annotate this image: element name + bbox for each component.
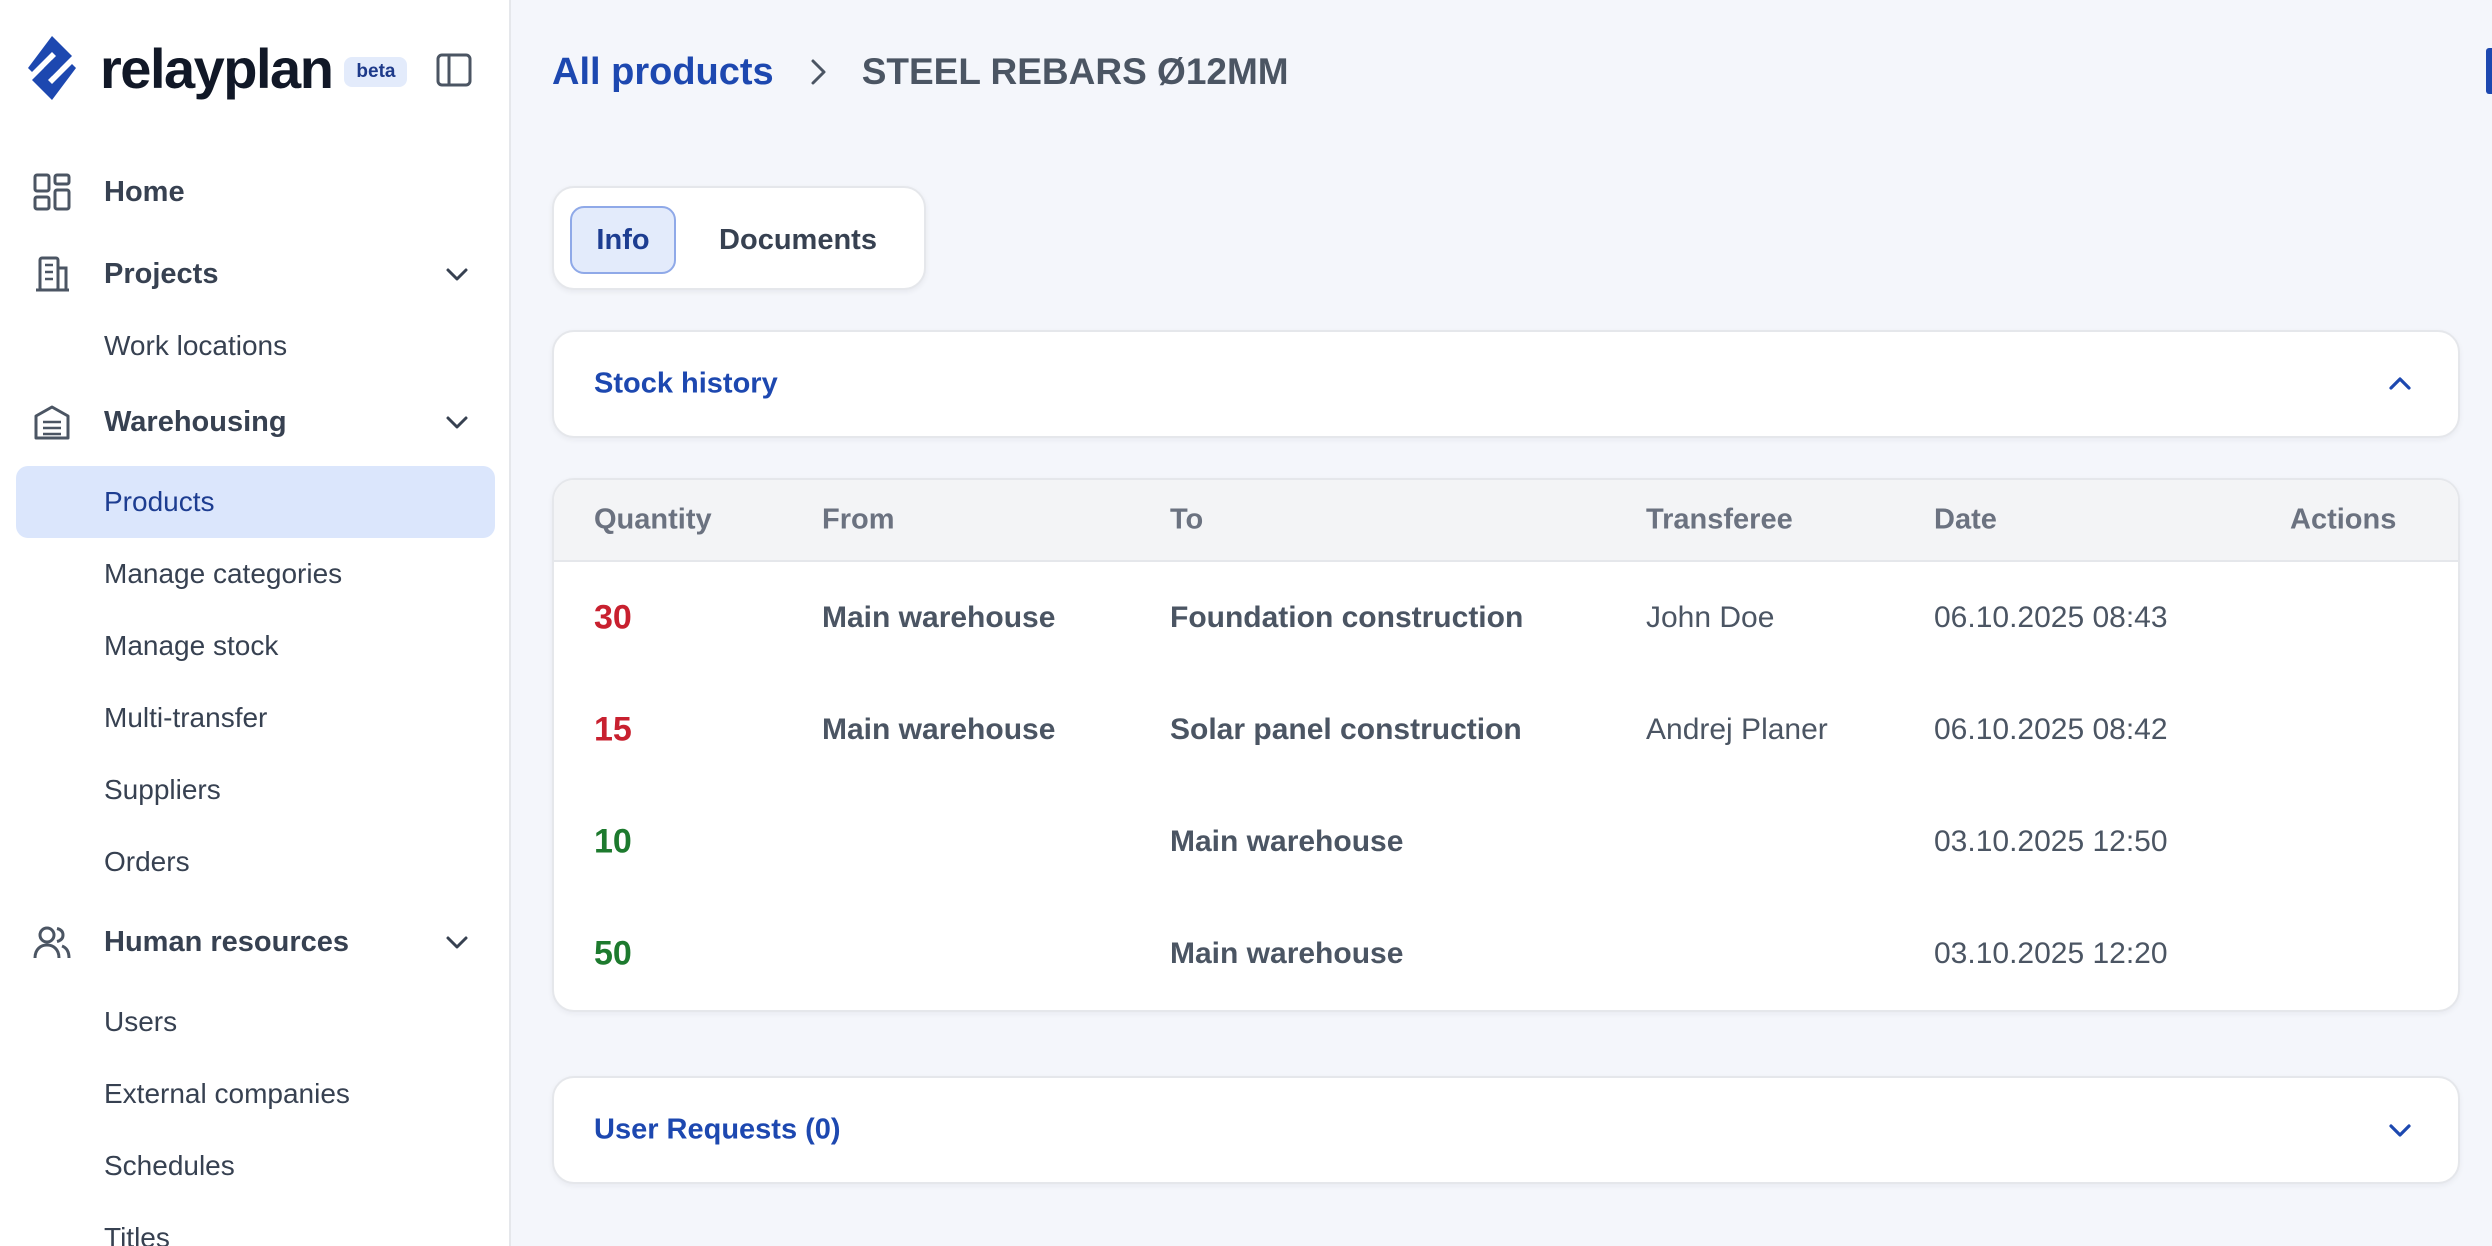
date-cell: 06.10.2025 08:43	[1934, 601, 2168, 634]
sidebar-item-titles[interactable]: Titles	[16, 1202, 495, 1246]
sidebar-item-label: Multi-transfer	[104, 702, 268, 733]
sidebar-item-label: Warehousing	[104, 405, 287, 438]
table-row[interactable]: 50 Main warehouse 03.10.2025 12:20	[554, 898, 2458, 1010]
warehouse-icon	[34, 405, 70, 440]
table-row[interactable]: 10 Main warehouse 03.10.2025 12:50	[554, 786, 2458, 898]
sidebar-item-label: Manage stock	[104, 630, 279, 661]
sidebar-item-label: Schedules	[104, 1150, 235, 1181]
sidebar-item-label: Products	[104, 486, 215, 517]
date-cell: 06.10.2025 08:42	[1934, 713, 2168, 746]
tab-info[interactable]: Info	[570, 206, 676, 274]
dashboard-icon	[33, 173, 71, 211]
sidebar-item-orders[interactable]: Orders	[16, 826, 495, 898]
chevron-right-icon	[811, 59, 826, 85]
sidebar-item-label: Projects	[104, 257, 219, 290]
chevron-down-icon[interactable]	[440, 925, 474, 959]
brand-name: relayplan	[100, 36, 334, 100]
quantity-cell: 15	[594, 710, 632, 749]
sidebar-item-home[interactable]: Home	[0, 150, 511, 234]
table-row[interactable]: 15 Main warehouse Solar panel constructi…	[554, 674, 2458, 786]
sidebar-item-label: Home	[104, 175, 185, 208]
sidebar-item-human-resources[interactable]: Human resources	[0, 898, 511, 986]
sidebar-item-label: Titles	[104, 1222, 170, 1246]
chevron-down-icon[interactable]	[2382, 1112, 2418, 1148]
to-cell: Solar panel construction	[1170, 713, 1522, 746]
page-title: STEEL REBARS Ø12MM	[861, 51, 1289, 92]
user-requests-title: User Requests (0)	[594, 1113, 841, 1146]
column-header-transferee[interactable]: Transferee	[1646, 504, 1793, 537]
sidebar-item-manage-stock[interactable]: Manage stock	[16, 610, 495, 682]
sidebar-item-external-companies[interactable]: External companies	[16, 1058, 495, 1130]
quantity-cell: 10	[594, 822, 632, 861]
users-icon	[33, 926, 71, 959]
sidebar: relayplan beta Home Projects Work locati…	[0, 0, 511, 1246]
chevron-up-icon[interactable]	[2382, 366, 2418, 402]
tab-bar: Info Documents	[552, 186, 926, 290]
breadcrumb-all-products-link[interactable]: All products	[552, 51, 774, 94]
sidebar-item-products[interactable]: Products	[16, 466, 495, 538]
column-header-quantity[interactable]: Quantity	[594, 504, 712, 537]
quantity-cell: 30	[594, 598, 632, 637]
brand[interactable]: relayplan beta	[14, 30, 408, 106]
sidebar-item-users[interactable]: Users	[16, 986, 495, 1058]
sidebar-item-label: External companies	[104, 1078, 350, 1109]
beta-badge: beta	[344, 57, 408, 87]
column-header-from[interactable]: From	[822, 504, 895, 537]
sidebar-item-schedules[interactable]: Schedules	[16, 1130, 495, 1202]
date-cell: 03.10.2025 12:50	[1934, 825, 2168, 858]
column-header-to[interactable]: To	[1170, 504, 1203, 537]
quantity-cell: 50	[594, 934, 632, 973]
sidebar-item-label: Users	[104, 1006, 178, 1037]
column-header-date[interactable]: Date	[1934, 504, 1997, 537]
sidebar-item-manage-categories[interactable]: Manage categories	[16, 538, 495, 610]
transferee-cell: John Doe	[1646, 601, 1775, 634]
building-icon	[36, 256, 69, 292]
stock-history-accordion[interactable]: Stock history	[552, 330, 2460, 438]
to-cell: Foundation construction	[1170, 601, 1524, 634]
sidebar-item-multi-transfer[interactable]: Multi-transfer	[16, 682, 495, 754]
table-row[interactable]: 30 Main warehouse Foundation constructio…	[554, 562, 2458, 674]
sidebar-item-label: Manage categories	[104, 558, 343, 589]
to-cell: Main warehouse	[1170, 825, 1404, 858]
stock-history-table: Quantity From To Transferee Date Actions…	[552, 478, 2460, 1012]
column-header-actions: Actions	[2290, 503, 2397, 536]
from-cell: Main warehouse	[822, 601, 1056, 634]
sidebar-item-projects[interactable]: Projects	[0, 234, 511, 314]
sidebar-item-warehousing[interactable]: Warehousing	[0, 378, 511, 466]
sidebar-item-label: Suppliers	[104, 774, 221, 805]
breadcrumb: All products STEEL REBARS Ø12MM	[552, 46, 1289, 98]
sidebar-nav: Home Projects Work locations Warehousing…	[0, 150, 511, 1246]
sidebar-item-label: Work locations	[104, 330, 288, 361]
from-cell: Main warehouse	[822, 713, 1056, 746]
tab-documents[interactable]: Documents	[684, 206, 912, 274]
chevron-down-icon[interactable]	[440, 257, 474, 291]
date-cell: 03.10.2025 12:20	[1934, 937, 2168, 970]
relayplan-logo-icon	[28, 36, 76, 100]
scroll-indicator	[2486, 48, 2492, 94]
transferee-cell: Andrej Planer	[1646, 713, 1828, 746]
chevron-down-icon[interactable]	[440, 405, 474, 439]
sidebar-item-work-locations[interactable]: Work locations	[16, 314, 495, 378]
sidebar-toggle-icon[interactable]	[432, 48, 476, 92]
table-header: Quantity From To Transferee Date Actions	[554, 480, 2458, 562]
sidebar-item-label: Human resources	[104, 925, 349, 958]
user-requests-accordion[interactable]: User Requests (0)	[552, 1076, 2460, 1184]
sidebar-item-label: Orders	[104, 846, 190, 877]
to-cell: Main warehouse	[1170, 937, 1404, 970]
stock-history-title: Stock history	[594, 367, 778, 400]
sidebar-item-suppliers[interactable]: Suppliers	[16, 754, 495, 826]
